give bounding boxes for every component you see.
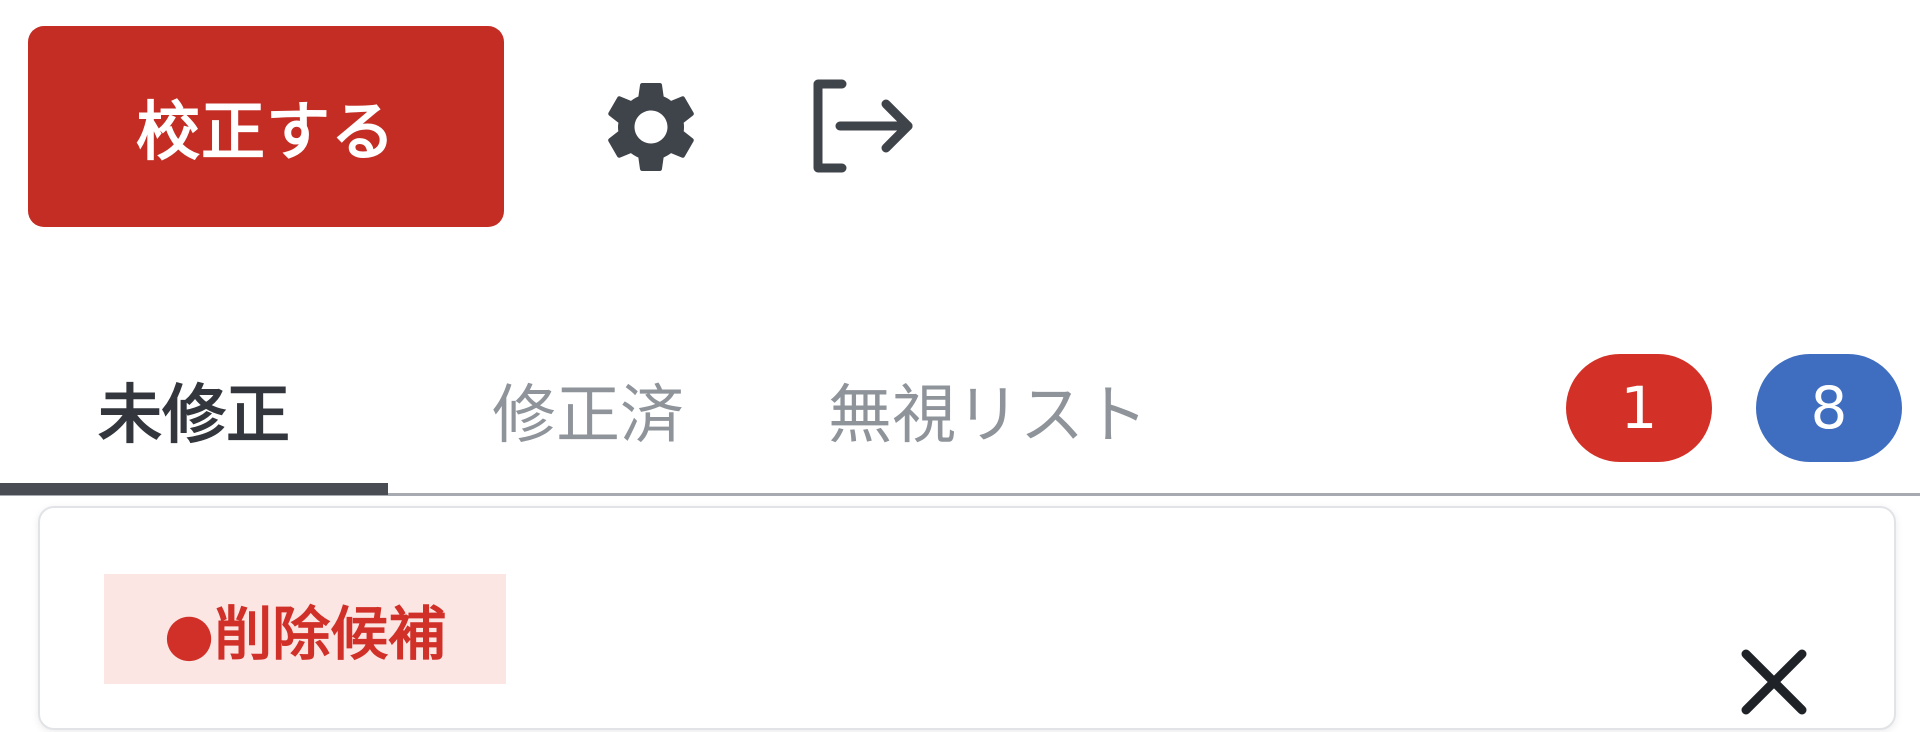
tab-fixed[interactable]: 修正済 <box>458 330 718 490</box>
proofread-button[interactable]: 校正する <box>28 26 504 227</box>
active-tab-indicator <box>0 483 388 495</box>
gear-icon <box>608 82 694 171</box>
result-card: ●削除候補 <box>38 506 1896 730</box>
tabs-bar: 未修正 修正済 無視リスト 1 8 <box>0 330 1920 496</box>
toolbar: 校正する <box>0 0 1920 240</box>
logout-arrow-icon <box>813 79 913 173</box>
tab-ignore-list[interactable]: 無視リスト <box>800 330 1176 490</box>
info-count-badge: 8 <box>1756 354 1902 462</box>
settings-button[interactable] <box>596 72 706 182</box>
category-tag: ●削除候補 <box>104 574 506 684</box>
error-count-badge: 1 <box>1566 354 1712 462</box>
close-icon <box>1741 649 1807 715</box>
tab-unfixed[interactable]: 未修正 <box>0 330 388 490</box>
logout-button[interactable] <box>808 76 920 176</box>
dismiss-button[interactable] <box>1724 632 1824 732</box>
